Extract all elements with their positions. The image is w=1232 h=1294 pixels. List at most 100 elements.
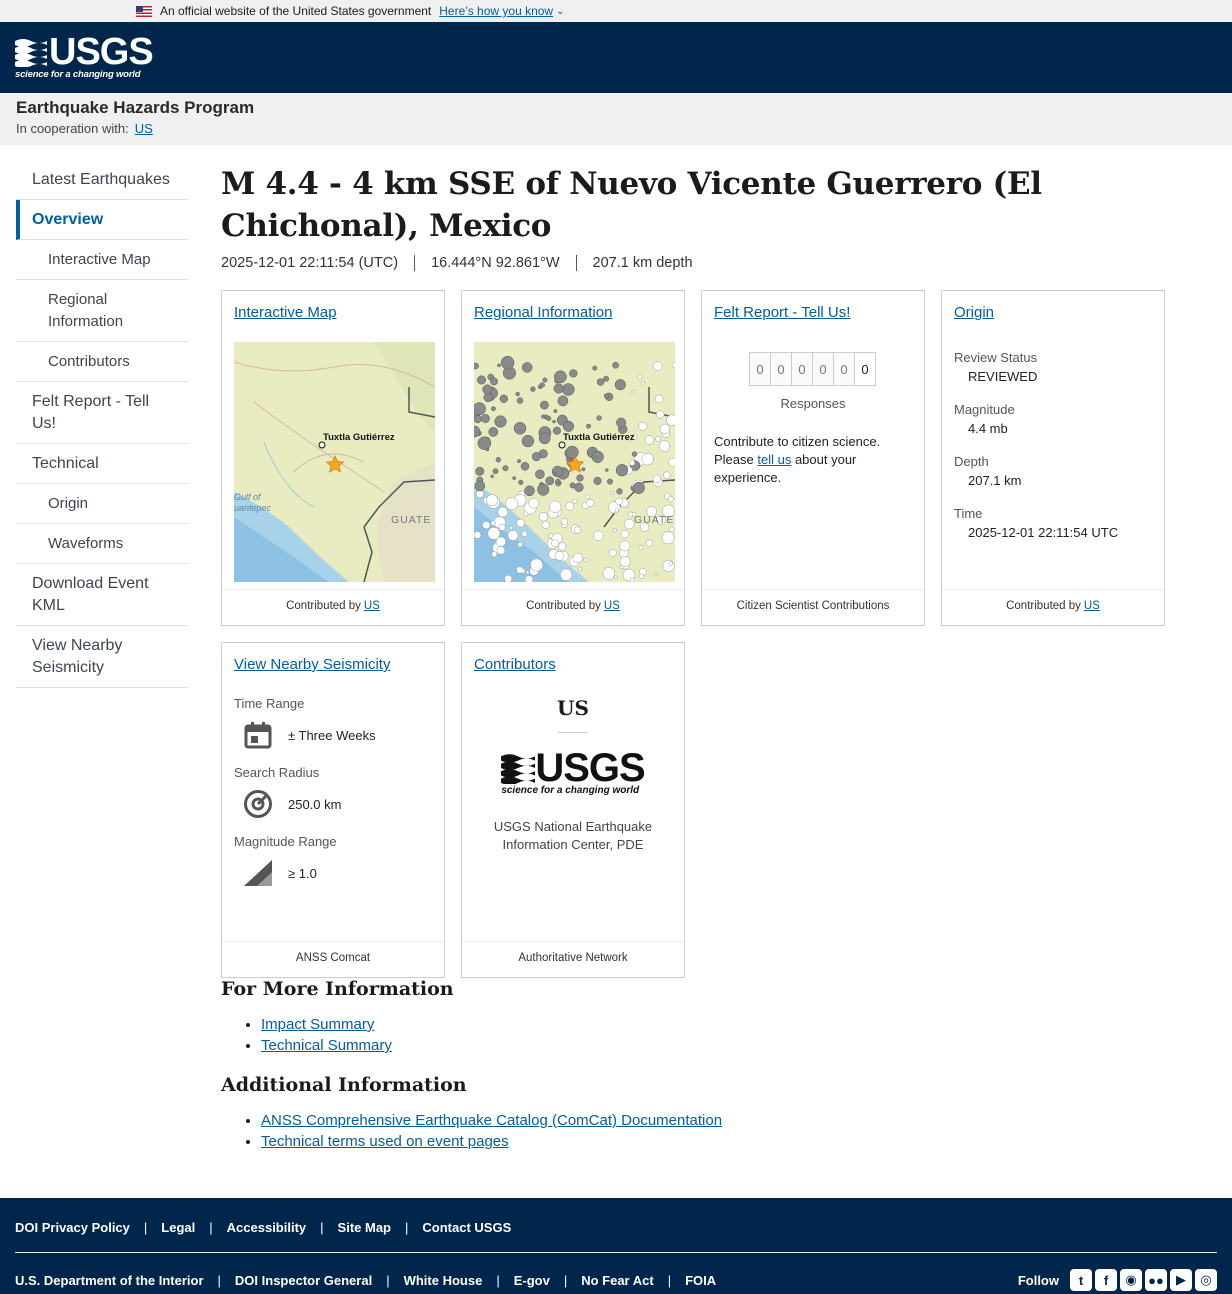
sidebar-item-origin[interactable]: Origin bbox=[16, 484, 188, 524]
origin-contributed-by-label: Contributed by bbox=[1006, 600, 1081, 612]
quake-dot bbox=[530, 386, 536, 392]
quake-dot bbox=[620, 529, 630, 539]
quake-dot bbox=[500, 355, 515, 370]
quake-dot bbox=[535, 469, 545, 480]
flickr-icon[interactable]: ●● bbox=[1145, 1269, 1167, 1291]
heres-how-you-know-link[interactable]: Here’s how you know bbox=[439, 4, 553, 18]
footer-link-foia[interactable]: FOIA bbox=[678, 1273, 723, 1288]
instagram-icon[interactable]: ◎ bbox=[1195, 1269, 1217, 1291]
sidebar-item-interactive-map[interactable]: Interactive Map bbox=[16, 240, 188, 280]
card-origin: Origin Review Status REVIEWED Magnitude … bbox=[941, 290, 1165, 626]
origin-contributed-by-link[interactable]: US bbox=[1084, 600, 1100, 612]
magnitude-label: Magnitude bbox=[954, 402, 1015, 417]
more-info-heading: For More Information bbox=[221, 978, 454, 1000]
quake-dot bbox=[474, 402, 486, 416]
chevron-down-icon[interactable]: ⌄ bbox=[556, 6, 564, 17]
quake-dot bbox=[616, 417, 627, 428]
usgs-waves-icon bbox=[15, 38, 47, 67]
card-interactive-map: Interactive Map Tuxtla Gutiérrez Gulf of… bbox=[221, 290, 445, 626]
quake-dot bbox=[525, 570, 530, 575]
origin-link[interactable]: Origin bbox=[954, 304, 994, 321]
footer-link-doi-privacy[interactable]: DOI Privacy Policy bbox=[15, 1220, 137, 1235]
quake-dot bbox=[502, 465, 509, 472]
felt-response-counter: 0 0 0 0 0 0 bbox=[714, 352, 912, 386]
counter-digit: 0 bbox=[854, 352, 876, 386]
separator: | bbox=[563, 1272, 568, 1288]
separator: | bbox=[209, 1219, 213, 1235]
contributors-link[interactable]: Contributors bbox=[474, 656, 556, 673]
quake-dot bbox=[516, 397, 524, 404]
footer-link-white-house[interactable]: White House bbox=[397, 1273, 490, 1288]
quake-dot bbox=[475, 466, 485, 476]
nearby-seismicity-link[interactable]: View Nearby Seismicity bbox=[234, 656, 390, 673]
sidebar-item-felt-report[interactable]: Felt Report - Tell Us! bbox=[16, 382, 188, 444]
card-regional-information: Regional Information Tuxtla Gutiérrez GU… bbox=[461, 290, 685, 626]
quake-dot bbox=[593, 530, 604, 542]
contributed-by-link[interactable]: US bbox=[364, 600, 380, 612]
search-radius-block: Search Radius 250.0 km bbox=[234, 765, 432, 820]
impact-summary-link[interactable]: Impact Summary bbox=[261, 1016, 374, 1033]
interactive-map-link[interactable]: Interactive Map bbox=[234, 304, 337, 321]
quake-dot bbox=[562, 420, 575, 432]
quake-dot bbox=[494, 415, 507, 428]
sidebar-item-waveforms[interactable]: Waveforms bbox=[16, 524, 188, 564]
quake-dot bbox=[562, 383, 575, 396]
counter-digit: 0 bbox=[833, 352, 855, 386]
regional-footer: Contributed by US bbox=[462, 589, 684, 625]
usgs-waves-icon bbox=[501, 754, 536, 784]
sidebar-nav: Latest Earthquakes Overview Interactive … bbox=[16, 160, 188, 688]
regional-map-thumbnail[interactable]: Tuxtla Gutiérrez GUATE bbox=[474, 342, 675, 582]
cooperation-link-us[interactable]: US bbox=[135, 121, 153, 136]
sidebar-item-nearby-seismicity[interactable]: View Nearby Seismicity bbox=[16, 626, 188, 688]
footer-link-inspector-general[interactable]: DOI Inspector General bbox=[228, 1273, 379, 1288]
quake-dot bbox=[596, 415, 602, 421]
comcat-documentation-link[interactable]: ANSS Comprehensive Earthquake Catalog (C… bbox=[261, 1112, 722, 1129]
card-nearby-seismicity: View Nearby Seismicity Time Range ± Thre… bbox=[221, 642, 445, 978]
usgs-logo[interactable]: USGS science for a changing world bbox=[15, 33, 154, 80]
program-title[interactable]: Earthquake Hazards Program bbox=[16, 98, 1216, 118]
quake-dot bbox=[668, 457, 675, 468]
facebook-icon[interactable]: f bbox=[1095, 1269, 1117, 1291]
sidebar-item-latest-earthquakes[interactable]: Latest Earthquakes bbox=[16, 160, 188, 200]
footer-link-egov[interactable]: E-gov bbox=[507, 1273, 557, 1288]
quake-dot bbox=[541, 520, 550, 529]
footer-link-accessibility[interactable]: Accessibility bbox=[220, 1220, 314, 1235]
search-radius-value: 250.0 km bbox=[288, 796, 342, 812]
quake-dot bbox=[629, 577, 635, 582]
footer-link-contact[interactable]: Contact USGS bbox=[415, 1220, 518, 1235]
list-item: Technical Summary bbox=[261, 1035, 1211, 1056]
separator: | bbox=[405, 1219, 409, 1235]
sidebar-item-technical[interactable]: Technical bbox=[16, 444, 188, 484]
quake-dot bbox=[572, 498, 578, 504]
footer-link-no-fear-act[interactable]: No Fear Act bbox=[574, 1273, 660, 1288]
footer-link-legal[interactable]: Legal bbox=[154, 1220, 202, 1235]
sidebar-item-contributors[interactable]: Contributors bbox=[16, 342, 188, 382]
felt-report-link[interactable]: Felt Report - Tell Us! bbox=[714, 304, 850, 321]
separator: | bbox=[496, 1272, 500, 1288]
regional-contributed-by-label: Contributed by bbox=[526, 600, 601, 612]
sidebar-item-overview[interactable]: Overview bbox=[16, 200, 188, 240]
quake-dot bbox=[495, 457, 501, 463]
github-icon[interactable]: ◉ bbox=[1120, 1269, 1142, 1291]
quake-dot bbox=[637, 374, 643, 380]
quake-dot bbox=[477, 436, 492, 450]
cooperation-label: In cooperation with: bbox=[16, 121, 129, 136]
interactive-map-thumbnail[interactable]: Tuxtla Gutiérrez Gulf of uantepec GUATE bbox=[234, 342, 435, 582]
twitter-icon[interactable]: t bbox=[1070, 1269, 1092, 1291]
sidebar-item-download-kml[interactable]: Download Event KML bbox=[16, 564, 188, 626]
magnitude-range-value: ≥ 1.0 bbox=[288, 865, 317, 881]
separator: | bbox=[217, 1272, 221, 1288]
quake-dot bbox=[644, 435, 654, 445]
sidebar-item-regional-information[interactable]: Regional Information bbox=[16, 280, 188, 342]
tell-us-link[interactable]: tell us bbox=[757, 452, 791, 467]
regional-contributed-by-link[interactable]: US bbox=[604, 600, 620, 612]
quake-dot bbox=[520, 462, 530, 471]
quake-dot bbox=[537, 483, 550, 496]
youtube-icon[interactable]: ▶ bbox=[1170, 1269, 1192, 1291]
technical-summary-link[interactable]: Technical Summary bbox=[261, 1037, 392, 1054]
technical-terms-link[interactable]: Technical terms used on event pages bbox=[261, 1133, 509, 1150]
regional-information-link[interactable]: Regional Information bbox=[474, 304, 612, 321]
footer-link-doi[interactable]: U.S. Department of the Interior bbox=[15, 1273, 211, 1288]
footer-link-site-map[interactable]: Site Map bbox=[331, 1220, 398, 1235]
quake-dot bbox=[518, 479, 524, 485]
